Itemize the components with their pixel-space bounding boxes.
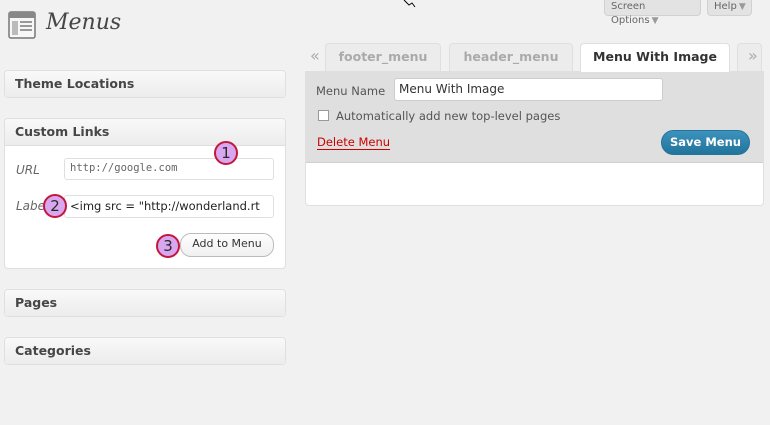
label-input[interactable]: <img src = "http://wonderland.rt <box>64 195 274 218</box>
add-to-menu-button[interactable]: Add to Menu <box>180 233 274 257</box>
categories-box[interactable]: Categories <box>4 337 286 365</box>
tabs-scroll-left-icon[interactable]: « <box>310 46 320 65</box>
chevron-down-icon: ▼ <box>738 2 746 12</box>
auto-add-checkbox[interactable] <box>318 110 329 121</box>
theme-locations-box[interactable]: Theme Locations <box>4 70 286 98</box>
custom-links-box: Custom Links URL http://google.com Label… <box>4 118 286 269</box>
pages-header[interactable]: Pages <box>5 290 285 316</box>
auto-add-label[interactable]: Automatically add new top-level pages <box>336 109 560 123</box>
mouse-cursor-icon <box>403 0 416 8</box>
url-label: URL <box>16 163 40 177</box>
menu-editor-header: Menu Name Menu With Image Automatically … <box>306 72 763 163</box>
tab-menu-with-image[interactable]: Menu With Image <box>580 43 730 72</box>
pages-box[interactable]: Pages <box>4 289 286 317</box>
categories-header[interactable]: Categories <box>5 338 285 364</box>
menu-name-input[interactable]: Menu With Image <box>394 78 663 101</box>
marker-2: 2 <box>43 194 67 218</box>
url-input[interactable]: http://google.com <box>64 158 274 180</box>
menu-editor-panel: Menu Name Menu With Image Automatically … <box>305 71 764 206</box>
marker-1: 1 <box>214 141 238 165</box>
screen-options-button[interactable]: Screen Options ▼ <box>604 0 701 26</box>
theme-locations-header[interactable]: Theme Locations <box>5 71 285 97</box>
menu-name-label: Menu Name <box>316 84 386 98</box>
help-label: Help <box>714 1 737 12</box>
custom-links-header[interactable]: Custom Links <box>5 119 285 146</box>
chevron-down-icon: ▼ <box>651 16 659 26</box>
help-button[interactable]: Help ▼ <box>707 0 752 16</box>
tabs-scroll-right-icon[interactable]: » <box>748 46 758 65</box>
screen-options-label: Screen Options <box>611 1 650 26</box>
save-menu-button[interactable]: Save Menu <box>661 130 750 155</box>
menus-icon <box>8 11 36 39</box>
marker-3: 3 <box>156 234 180 258</box>
tab-header-menu[interactable]: header_menu <box>449 43 573 71</box>
delete-menu-link[interactable]: Delete Menu <box>317 135 390 149</box>
tab-footer-menu[interactable]: footer_menu <box>325 43 441 71</box>
page-title: Menus <box>46 10 122 35</box>
